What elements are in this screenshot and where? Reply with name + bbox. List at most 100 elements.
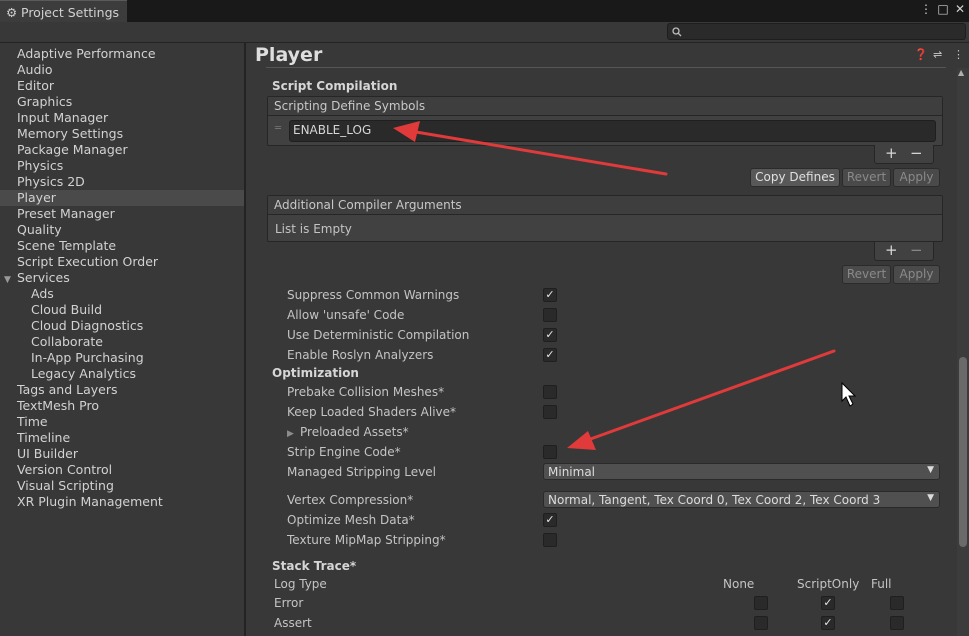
copy-defines-button[interactable]: Copy Defines <box>750 168 840 187</box>
tab-title: Project Settings <box>21 5 120 20</box>
vertex-compression-dropdown[interactable]: Normal, Tangent, Tex Coord 0, Tex Coord … <box>543 491 940 508</box>
suppress-warnings-checkbox[interactable]: ✓ <box>543 288 557 302</box>
list-header: Scripting Define Symbols <box>268 97 942 116</box>
close-icon[interactable]: ✕ <box>953 2 967 16</box>
sidebar-item-editor[interactable]: Editor <box>0 78 244 94</box>
add-element-button[interactable]: + <box>885 145 898 161</box>
assert-full-toggle[interactable] <box>890 616 904 630</box>
sidebar-item-script-execution-order[interactable]: Script Execution Order <box>0 254 244 270</box>
prebake-collision-checkbox[interactable] <box>543 385 557 399</box>
sidebar-item-xr-plugin-management[interactable]: XR Plugin Management <box>0 494 244 510</box>
sidebar-item-legacy-analytics[interactable]: Legacy Analytics <box>0 366 244 382</box>
allow-unsafe-checkbox[interactable] <box>543 308 557 322</box>
settings-sidebar: Adaptive Performance Audio Editor Graphi… <box>0 43 244 636</box>
assert-scriptonly-toggle[interactable]: ✓ <box>821 616 835 630</box>
help-icon[interactable]: ❓ <box>914 48 928 61</box>
foldout-arrow-icon: ▶ <box>287 429 294 439</box>
dropdown-value: Minimal <box>548 465 596 479</box>
sidebar-item-quality[interactable]: Quality <box>0 222 244 238</box>
apply-button[interactable]: Apply <box>893 265 940 284</box>
texture-mipmap-checkbox[interactable] <box>543 533 557 547</box>
sidebar-item-input-manager[interactable]: Input Manager <box>0 110 244 126</box>
revert-button[interactable]: Revert <box>842 168 891 187</box>
list-footer: + − <box>874 145 934 164</box>
sidebar-item-textmesh-pro[interactable]: TextMesh Pro <box>0 398 244 414</box>
drag-handle-icon[interactable]: ═ <box>275 123 281 134</box>
sidebar-item-player[interactable]: Player <box>0 190 244 206</box>
player-settings-panel: Player ❓ ⇌ ⋮ Script Compilation Scriptin… <box>246 43 969 636</box>
sidebar-item-physics[interactable]: Physics <box>0 158 244 174</box>
more-menu-icon[interactable]: ⋮ <box>919 2 933 16</box>
sidebar-item-audio[interactable]: Audio <box>0 62 244 78</box>
script-compilation-header: Script Compilation <box>272 79 398 93</box>
sidebar-item-ads[interactable]: Ads <box>0 286 244 302</box>
remove-element-button[interactable]: − <box>910 145 923 161</box>
sidebar-item-ui-builder[interactable]: UI Builder <box>0 446 244 462</box>
keep-shaders-checkbox[interactable] <box>543 405 557 419</box>
list-footer: + − <box>874 242 934 261</box>
sidebar-item-memory-settings[interactable]: Memory Settings <box>0 126 244 142</box>
sidebar-item-graphics[interactable]: Graphics <box>0 94 244 110</box>
assert-none-toggle[interactable] <box>754 616 768 630</box>
error-full-toggle[interactable] <box>890 596 904 610</box>
apply-button[interactable]: Apply <box>893 168 940 187</box>
more-options-icon[interactable]: ⋮ <box>953 48 964 61</box>
search-row <box>0 22 969 43</box>
optimize-mesh-checkbox[interactable]: ✓ <box>543 513 557 527</box>
texture-mipmap-label: Texture MipMap Stripping* <box>287 533 446 547</box>
empty-list-text: List is Empty <box>275 222 352 236</box>
strip-engine-checkbox[interactable] <box>543 445 557 459</box>
sidebar-item-services[interactable]: ▼ Services <box>0 270 244 286</box>
sidebar-item-version-control[interactable]: Version Control <box>0 462 244 478</box>
error-none-toggle[interactable] <box>754 596 768 610</box>
deterministic-compilation-checkbox[interactable]: ✓ <box>543 328 557 342</box>
preloaded-assets-foldout[interactable]: ▶ Preloaded Assets* <box>287 425 409 439</box>
prebake-collision-label: Prebake Collision Meshes* <box>287 385 445 399</box>
sidebar-item-in-app-purchasing[interactable]: In-App Purchasing <box>0 350 244 366</box>
deterministic-compilation-label: Use Deterministic Compilation <box>287 328 470 342</box>
scrollbar-thumb[interactable] <box>959 357 967 547</box>
stripping-level-label: Managed Stripping Level <box>287 465 436 479</box>
dropdown-arrow-icon: ▼ <box>927 465 934 475</box>
sidebar-item-tags-and-layers[interactable]: Tags and Layers <box>0 382 244 398</box>
none-column-header: None <box>723 577 755 591</box>
sidebar-item-collaborate[interactable]: Collaborate <box>0 334 244 350</box>
sidebar-item-preset-manager[interactable]: Preset Manager <box>0 206 244 222</box>
page-title: Player <box>255 44 323 66</box>
log-type-header: Log Type <box>274 577 327 591</box>
sidebar-item-physics-2d[interactable]: Physics 2D <box>0 174 244 190</box>
sidebar-item-adaptive-performance[interactable]: Adaptive Performance <box>0 46 244 62</box>
optimization-header: Optimization <box>272 366 359 380</box>
remove-element-button[interactable]: − <box>910 242 923 258</box>
search-input[interactable] <box>667 23 966 40</box>
roslyn-analyzers-checkbox[interactable]: ✓ <box>543 348 557 362</box>
project-settings-tab[interactable]: ⚙ Project Settings <box>0 0 127 22</box>
scroll-up-icon[interactable]: ▲ <box>958 68 964 77</box>
assert-row-label: Assert <box>274 616 312 630</box>
dropdown-value: Normal, Tangent, Tex Coord 0, Tex Coord … <box>548 493 881 507</box>
sidebar-item-timeline[interactable]: Timeline <box>0 430 244 446</box>
maximize-icon[interactable]: □ <box>936 2 950 16</box>
vertical-scrollbar[interactable] <box>957 68 969 636</box>
error-row-label: Error <box>274 596 304 610</box>
compiler-arguments-list: Additional Compiler Arguments List is Em… <box>267 195 943 242</box>
add-element-button[interactable]: + <box>885 242 898 258</box>
scriptonly-column-header: ScriptOnly <box>797 577 860 591</box>
allow-unsafe-label: Allow 'unsafe' Code <box>287 308 405 322</box>
strip-engine-label: Strip Engine Code* <box>287 445 401 459</box>
sidebar-item-cloud-build[interactable]: Cloud Build <box>0 302 244 318</box>
stack-trace-header: Stack Trace* <box>272 559 357 573</box>
preset-icon[interactable]: ⇌ <box>933 48 942 61</box>
sidebar-item-scene-template[interactable]: Scene Template <box>0 238 244 254</box>
sidebar-item-visual-scripting[interactable]: Visual Scripting <box>0 478 244 494</box>
keep-shaders-label: Keep Loaded Shaders Alive* <box>287 405 457 419</box>
list-header: Additional Compiler Arguments <box>268 196 942 215</box>
sidebar-item-cloud-diagnostics[interactable]: Cloud Diagnostics <box>0 318 244 334</box>
define-symbol-field[interactable]: ENABLE_LOG <box>289 120 936 142</box>
error-scriptonly-toggle[interactable]: ✓ <box>821 596 835 610</box>
sidebar-item-label: Services <box>17 270 70 285</box>
sidebar-item-time[interactable]: Time <box>0 414 244 430</box>
stripping-level-dropdown[interactable]: Minimal ▼ <box>543 463 940 480</box>
sidebar-item-package-manager[interactable]: Package Manager <box>0 142 244 158</box>
revert-button[interactable]: Revert <box>842 265 891 284</box>
